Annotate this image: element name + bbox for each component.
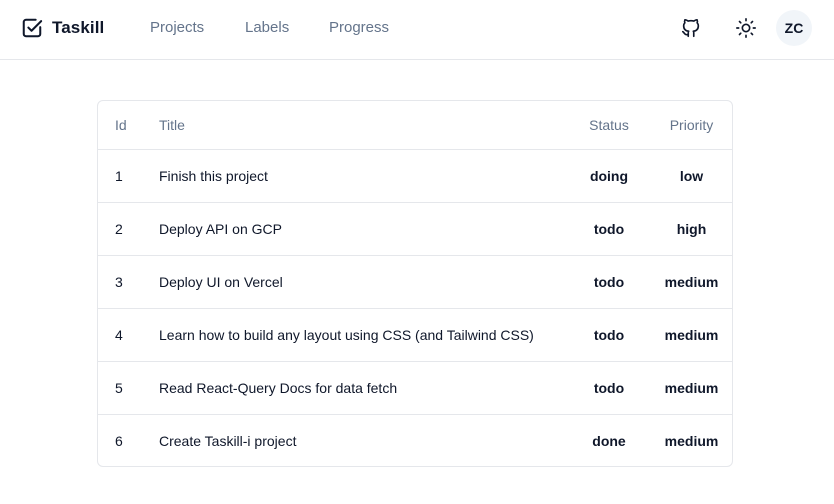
table-row[interactable]: 4 Learn how to build any layout using CS… bbox=[98, 308, 732, 361]
cell-priority: low bbox=[679, 167, 704, 184]
cell-title: Create Taskill-i project bbox=[159, 432, 297, 449]
cell-id: 6 bbox=[115, 432, 123, 449]
sun-icon bbox=[736, 18, 756, 38]
table-row[interactable]: 5 Read React-Query Docs for data fetch t… bbox=[98, 361, 732, 414]
top-navbar: Taskill Projects Labels Progress ZC bbox=[0, 0, 834, 60]
tasks-table: Id Title Status Priority 1 Finish this p… bbox=[98, 101, 732, 466]
cell-title: Finish this project bbox=[159, 167, 268, 184]
table-row[interactable]: 1 Finish this project doing low bbox=[98, 149, 732, 202]
cell-id: 2 bbox=[115, 220, 123, 237]
cell-id: 3 bbox=[115, 273, 123, 290]
github-icon bbox=[681, 18, 700, 38]
cell-id: 5 bbox=[115, 379, 123, 396]
column-header-title: Title bbox=[159, 116, 185, 133]
brand-link[interactable]: Taskill bbox=[21, 15, 104, 41]
github-button[interactable] bbox=[677, 14, 705, 42]
column-header-id: Id bbox=[115, 116, 127, 133]
nav-progress[interactable]: Progress bbox=[329, 18, 389, 38]
cell-title: Deploy API on GCP bbox=[159, 220, 282, 237]
table-row[interactable]: 6 Create Taskill-i project done medium bbox=[98, 414, 732, 466]
theme-toggle-button[interactable] bbox=[732, 14, 760, 42]
cell-priority: high bbox=[676, 220, 707, 237]
brand-name: Taskill bbox=[52, 18, 105, 37]
table-row[interactable]: 3 Deploy UI on Vercel todo medium bbox=[98, 255, 732, 308]
cell-title: Learn how to build any layout using CSS … bbox=[159, 326, 534, 343]
nav-projects[interactable]: Projects bbox=[150, 18, 204, 38]
table-header: Id Title Status Priority bbox=[98, 101, 732, 149]
checkbox-icon bbox=[22, 18, 43, 38]
column-header-status: Status bbox=[589, 116, 629, 133]
cell-status: todo bbox=[593, 379, 625, 396]
cell-status: done bbox=[592, 432, 626, 449]
tasks-table-card: Id Title Status Priority 1 Finish this p… bbox=[97, 100, 733, 467]
user-avatar[interactable]: ZC bbox=[776, 10, 812, 46]
cell-priority: medium bbox=[664, 432, 719, 449]
table-header-row: Id Title Status Priority bbox=[98, 101, 732, 149]
table-row[interactable]: 2 Deploy API on GCP todo high bbox=[98, 202, 732, 255]
cell-status: todo bbox=[593, 220, 625, 237]
nav-labels[interactable]: Labels bbox=[245, 18, 289, 38]
cell-priority: medium bbox=[664, 273, 719, 290]
cell-status: todo bbox=[593, 273, 625, 290]
cell-title: Deploy UI on Vercel bbox=[159, 273, 283, 290]
cell-id: 1 bbox=[115, 167, 123, 184]
cell-status: doing bbox=[589, 167, 629, 184]
cell-priority: medium bbox=[664, 326, 719, 343]
cell-id: 4 bbox=[115, 326, 123, 343]
column-header-priority: Priority bbox=[669, 116, 714, 133]
table-body: 1 Finish this project doing low 2 Deploy… bbox=[98, 149, 732, 466]
cell-title: Read React-Query Docs for data fetch bbox=[159, 379, 398, 396]
cell-priority: medium bbox=[664, 379, 719, 396]
cell-status: todo bbox=[593, 326, 625, 343]
